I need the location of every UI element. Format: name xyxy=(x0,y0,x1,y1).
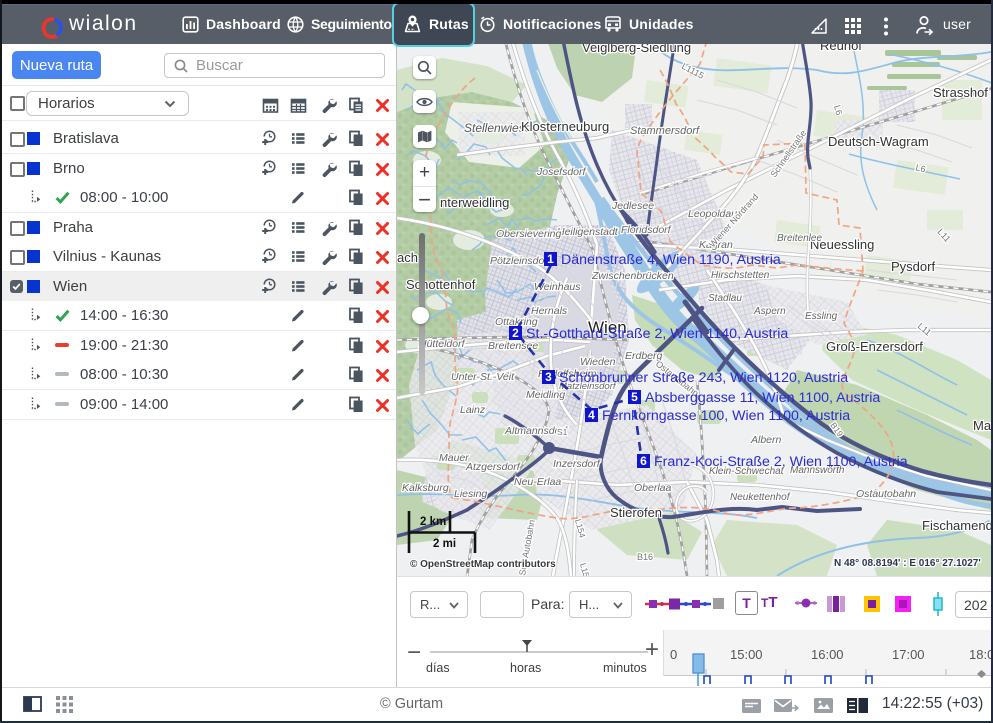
svg-text:B16: B16 xyxy=(637,552,653,562)
svg-text:Essling: Essling xyxy=(805,311,838,322)
svg-text:Pötzleinsdorf: Pötzleinsdorf xyxy=(490,255,552,267)
svg-text:Josefsdorf: Josefsdorf xyxy=(536,166,587,178)
svg-text:Atzgersdorf: Atzgersdorf xyxy=(465,461,521,473)
svg-text:Stammersdorf: Stammersdorf xyxy=(630,125,700,137)
svg-text:Schönbrunner Straße 243, Wien: Schönbrunner Straße 243, Wien 1120, Aust… xyxy=(559,370,848,386)
svg-text:Wieden: Wieden xyxy=(580,356,616,368)
svg-text:Dänenstraße 4, Wien 1190, Aust: Dänenstraße 4, Wien 1190, Austria xyxy=(561,252,781,268)
svg-text:Unter-St.-Veit: Unter-St.-Veit xyxy=(451,371,515,383)
svg-text:Liesing: Liesing xyxy=(454,488,487,500)
svg-text:Kalksburg: Kalksburg xyxy=(402,482,449,494)
svg-text:2: 2 xyxy=(512,326,519,340)
svg-text:Oberlaa: Oberlaa xyxy=(634,482,672,494)
svg-text:Stadlau: Stadlau xyxy=(708,293,742,304)
svg-text:Neukettenhof: Neukettenhof xyxy=(730,492,791,503)
svg-text:Hirschstetten: Hirschstetten xyxy=(711,270,770,281)
svg-text:© OpenStreetMap contributors: © OpenStreetMap contributors xyxy=(410,559,556,570)
svg-text:nterweidling: nterweidling xyxy=(440,195,509,210)
svg-text:Breitenlee: Breitenlee xyxy=(777,233,822,244)
svg-text:Zwischenbrücken: Zwischenbrücken xyxy=(591,270,674,282)
svg-text:Albern: Albern xyxy=(750,434,782,446)
svg-text:St.-Gotthard-Straße 2, Wien 11: St.-Gotthard-Straße 2, Wien 1140, Austri… xyxy=(526,326,788,342)
svg-text:Jedlesee: Jedlesee xyxy=(611,200,654,212)
svg-text:Franz-Koci-Straße 2, Wien 1100: Franz-Koci-Straße 2, Wien 1100, Austria xyxy=(654,454,908,470)
svg-text:6: 6 xyxy=(640,454,647,468)
svg-text:5: 5 xyxy=(631,390,638,404)
svg-text:Aspern: Aspern xyxy=(753,306,786,317)
svg-text:ach: ach xyxy=(397,250,418,265)
svg-text:Deutsch-Wagram: Deutsch-Wagram xyxy=(828,134,929,149)
svg-text:Fernkorngasse 100, Wien 1100,: Fernkorngasse 100, Wien 1100, Austria xyxy=(602,408,850,424)
svg-text:2 km: 2 km xyxy=(420,516,446,528)
svg-text:4: 4 xyxy=(588,408,595,422)
svg-text:Erdberg: Erdberg xyxy=(625,350,663,362)
svg-text:3: 3 xyxy=(545,370,552,384)
svg-text:Inzersdorf: Inzersdorf xyxy=(553,458,601,470)
svg-text:Absberggasse 11, Wien 1100, Au: Absberggasse 11, Wien 1100, Austria xyxy=(645,390,880,406)
svg-text:Obersievering: Obersievering xyxy=(496,228,562,240)
svg-text:Strasshof an: Strasshof an xyxy=(933,85,991,100)
svg-text:S1: S1 xyxy=(557,427,568,437)
svg-text:Stierofen: Stierofen xyxy=(610,505,662,520)
svg-text:2 mi: 2 mi xyxy=(433,538,456,550)
svg-text:Lainz: Lainz xyxy=(460,404,486,416)
svg-text:Fischamend: Fischamend xyxy=(922,518,991,533)
svg-text:N 48° 08.8194' : E 016° 27.102: N 48° 08.8194' : E 016° 27.1027' xyxy=(834,558,981,569)
svg-text:Ostautobahn: Ostautobahn xyxy=(856,488,916,500)
svg-text:Groß-Enzersdorf: Groß-Enzersdorf xyxy=(826,339,923,354)
svg-text:Mat: Mat xyxy=(973,418,991,433)
svg-text:Klosterneuburg: Klosterneuburg xyxy=(521,119,609,134)
svg-text:Floridsdorf: Floridsdorf xyxy=(621,224,672,236)
svg-text:Mauer: Mauer xyxy=(439,452,469,464)
svg-text:Schottenhof: Schottenhof xyxy=(406,277,476,292)
svg-text:Hütteldorf: Hütteldorf xyxy=(419,338,466,350)
svg-text:Pysdorf: Pysdorf xyxy=(891,259,935,274)
svg-text:1: 1 xyxy=(547,252,554,266)
svg-text:Neu-Erlaa: Neu-Erlaa xyxy=(514,476,561,488)
svg-text:Heiligenstadt: Heiligenstadt xyxy=(557,226,619,238)
